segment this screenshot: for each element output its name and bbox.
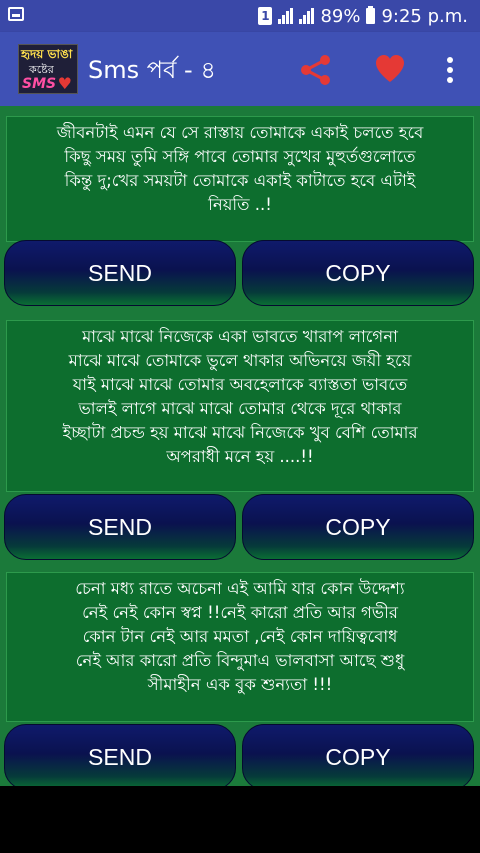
message-line: ভালই লাগে মাঝে মাঝে তোমার থেকে দূরে থাকা…	[78, 399, 402, 418]
message-line: সীমাহীন এক বুক শুন্যতা !!!	[147, 675, 333, 694]
message-line: নেই আর কারো প্রতি বিন্দুমাএ ভালবাসা আছে …	[75, 651, 405, 670]
message-line: ইচ্ছাটা প্রচন্ড হয় মাঝে মাঝে নিজেকে খুব…	[62, 423, 418, 442]
message-line: নিয়তি ..!	[208, 195, 272, 214]
app-bar: হৃদয় ভাঙা কষ্টের SMS ♥ Sms পর্ব - ৪	[0, 32, 480, 106]
send-button[interactable]: SEND	[4, 494, 236, 560]
gallery-notification-icon	[8, 7, 24, 21]
signal-icon	[278, 8, 294, 24]
send-button[interactable]: SEND	[4, 724, 236, 790]
app-logo: হৃদয় ভাঙা কষ্টের SMS ♥	[18, 44, 78, 94]
message-line: যাই মাঝে মাঝে তোমার অবহেলাকে ব্যাস্ততা ভ…	[72, 375, 408, 394]
more-vert-icon[interactable]	[440, 54, 460, 86]
signal-icon-2	[299, 8, 315, 24]
message-line: কোন টান নেই আর মমতা ,নেই কোন দায়িত্ববোধ	[82, 627, 398, 646]
bottom-area	[0, 786, 480, 853]
message-card: জীবনটাই এমন যে সে রাস্তায় তোমাকে একাই চ…	[6, 116, 474, 242]
clock: 9:25 p.m.	[381, 5, 468, 27]
send-button[interactable]: SEND	[4, 240, 236, 306]
message-line: কিছু সময় তুমি সঙ্গি পাবে তোমার সুখের মু…	[64, 147, 416, 166]
battery-icon	[366, 6, 376, 24]
message-line: মাঝে মাঝে নিজেকে একা ভাবতে খারাপ লাগেনা	[82, 327, 398, 346]
message-card: মাঝে মাঝে নিজেকে একা ভাবতে খারাপ লাগেনা …	[6, 320, 474, 492]
message-line: নেই নেই কোন স্বপ্ন !!নেই কারো প্রতি আর গ…	[82, 603, 398, 622]
share-icon[interactable]	[298, 54, 332, 86]
copy-button[interactable]: COPY	[242, 494, 474, 560]
message-card: চেনা মধ্য রাতে অচেনা এই আমি যার কোন উদ্দ…	[6, 572, 474, 722]
message-line: কিন্তু দু;খের সময়টা তোমাকে একাই কাটাতে …	[64, 171, 416, 190]
message-line: অপরাধী মনে হয় ....!!	[166, 447, 314, 466]
message-line: চেনা মধ্য রাতে অচেনা এই আমি যার কোন উদ্দ…	[75, 579, 405, 598]
logo-heart-icon: ♥	[57, 74, 72, 93]
heart-icon[interactable]	[374, 54, 406, 84]
sim-icon: 1	[258, 7, 273, 25]
copy-button[interactable]: COPY	[242, 240, 474, 306]
message-line: মাঝে মাঝে তোমাকে ভুলে থাকার অভিনয়ে জয়ী…	[68, 351, 412, 370]
message-line: জীবনটাই এমন যে সে রাস্তায় তোমাকে একাই চ…	[56, 123, 424, 142]
message-list[interactable]: জীবনটাই এমন যে সে রাস্তায় তোমাকে একাই চ…	[0, 106, 480, 790]
status-bar: 1 89% 9:25 p.m.	[0, 0, 480, 32]
copy-button[interactable]: COPY	[242, 724, 474, 790]
battery-percent: 89%	[320, 5, 361, 27]
page-title: Sms পর্ব - ৪	[88, 56, 216, 84]
